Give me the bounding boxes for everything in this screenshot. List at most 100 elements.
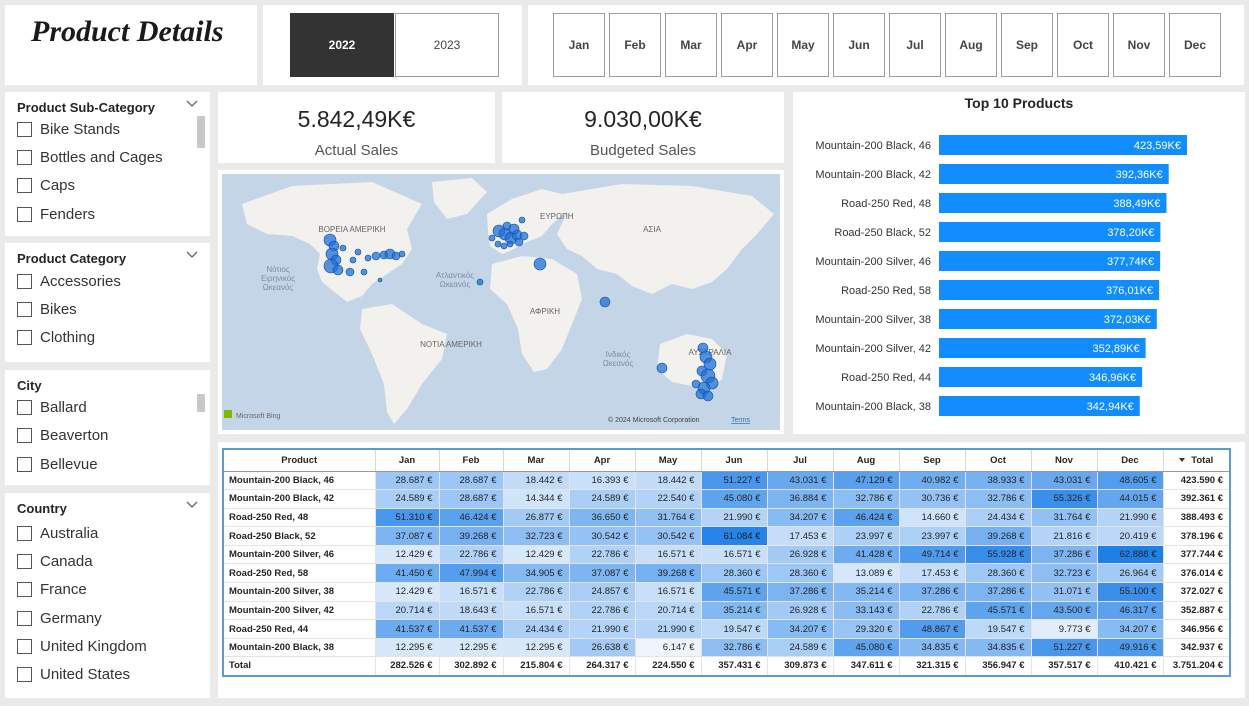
checkbox[interactable] bbox=[17, 638, 32, 654]
matrix-value-cell[interactable]: 12.295 € bbox=[439, 638, 504, 658]
checkbox[interactable] bbox=[17, 456, 32, 472]
matrix-value-cell[interactable]: 12.295 € bbox=[503, 638, 570, 658]
matrix-value-cell[interactable]: 38.933 € bbox=[965, 471, 1032, 491]
chevron-down-icon[interactable] bbox=[186, 250, 198, 260]
slicer-item-bike-stands[interactable]: Bike Stands bbox=[17, 118, 120, 140]
matrix-value-cell[interactable]: 32.723 € bbox=[503, 526, 570, 546]
matrix-value-cell[interactable]: 49.916 € bbox=[1097, 638, 1164, 658]
matrix-value-cell[interactable]: 16.571 € bbox=[503, 601, 570, 621]
map-bubble[interactable] bbox=[349, 256, 357, 264]
matrix-value-cell[interactable]: 26.928 € bbox=[767, 601, 834, 621]
matrix-header-aug[interactable]: Aug bbox=[833, 449, 900, 472]
matrix-value-cell[interactable]: 40.982 € bbox=[899, 471, 966, 491]
matrix-value-cell[interactable]: 32.786 € bbox=[701, 638, 768, 658]
matrix-value-cell[interactable]: 16.571 € bbox=[635, 582, 702, 602]
matrix-header-may[interactable]: May bbox=[635, 449, 702, 472]
slicer-item-united-states[interactable]: United States bbox=[17, 663, 130, 685]
checkbox[interactable] bbox=[17, 301, 32, 317]
matrix-value-cell[interactable]: 43.031 € bbox=[1031, 471, 1098, 491]
matrix-value-cell[interactable]: 46.424 € bbox=[833, 508, 900, 528]
matrix-value-cell[interactable]: 20.714 € bbox=[635, 601, 702, 621]
matrix-value-cell[interactable]: 20.419 € bbox=[1097, 526, 1164, 546]
matrix-value-cell[interactable]: 34.835 € bbox=[965, 638, 1032, 658]
slicer-item-united-kingdom[interactable]: United Kingdom bbox=[17, 635, 147, 657]
checkbox[interactable] bbox=[17, 121, 32, 137]
slicer-item-accessories[interactable]: Accessories bbox=[17, 270, 121, 292]
matrix-value-cell[interactable]: 48.605 € bbox=[1097, 471, 1164, 491]
table-row[interactable]: Road-250 Red, 58 41.450 €47.994 €34.905 €… bbox=[223, 563, 1231, 584]
matrix-value-cell[interactable]: 22.786 € bbox=[569, 545, 636, 565]
matrix-value-cell[interactable]: 18.442 € bbox=[635, 471, 702, 491]
matrix-value-cell[interactable]: 18.643 € bbox=[439, 601, 504, 621]
matrix-value-cell[interactable]: 21.990 € bbox=[569, 619, 636, 639]
matrix-value-cell[interactable]: 13.089 € bbox=[833, 563, 900, 584]
map-bubble[interactable] bbox=[339, 244, 347, 252]
matrix-header-dec[interactable]: Dec bbox=[1097, 449, 1164, 472]
map-bubble[interactable] bbox=[371, 251, 381, 261]
matrix-value-cell[interactable]: 24.589 € bbox=[375, 489, 440, 509]
matrix-value-cell[interactable]: 37.087 € bbox=[569, 563, 636, 584]
checkbox[interactable] bbox=[17, 553, 32, 569]
matrix-header-sep[interactable]: Sep bbox=[899, 449, 966, 472]
map-bubble[interactable] bbox=[533, 257, 547, 271]
month-button-jun[interactable]: Jun bbox=[833, 13, 885, 77]
matrix-value-cell[interactable]: 22.540 € bbox=[635, 489, 702, 509]
matrix-value-cell[interactable]: 24.434 € bbox=[965, 508, 1032, 528]
matrix-product-cell[interactable]: Road-250 Black, 52 bbox=[223, 526, 376, 546]
map-bubble[interactable] bbox=[354, 248, 362, 256]
matrix-header-oct[interactable]: Oct bbox=[965, 449, 1032, 472]
matrix-value-cell[interactable]: 34.207 € bbox=[767, 619, 834, 639]
checkbox[interactable] bbox=[17, 399, 32, 415]
table-row[interactable]: Mountain-200 Black, 46 28.687 €28.687 €18… bbox=[223, 471, 1231, 491]
matrix-value-cell[interactable]: 19.547 € bbox=[701, 619, 768, 639]
matrix-value-cell[interactable]: 35.214 € bbox=[701, 601, 768, 621]
map-bubble[interactable] bbox=[519, 231, 529, 241]
matrix-value-cell[interactable]: 37.286 € bbox=[965, 582, 1032, 602]
matrix-value-cell[interactable]: 30.542 € bbox=[635, 526, 702, 546]
matrix-value-cell[interactable]: 45.571 € bbox=[965, 601, 1032, 621]
matrix-product-cell[interactable]: Mountain-200 Black, 38 bbox=[223, 638, 376, 658]
matrix-value-cell[interactable]: 26.877 € bbox=[503, 508, 570, 528]
matrix-value-cell[interactable]: 28.687 € bbox=[439, 489, 504, 509]
matrix-value-cell[interactable]: 28.687 € bbox=[439, 471, 504, 491]
matrix-value-cell[interactable]: 21.990 € bbox=[701, 508, 768, 528]
month-button-sep[interactable]: Sep bbox=[1001, 13, 1053, 77]
matrix-value-cell[interactable]: 28.360 € bbox=[701, 563, 768, 584]
year-button-2023[interactable]: 2023 bbox=[395, 13, 499, 77]
matrix-header-jan[interactable]: Jan bbox=[375, 449, 440, 472]
matrix-value-cell[interactable]: 12.295 € bbox=[375, 638, 440, 658]
matrix-product-cell[interactable]: Mountain-200 Silver, 46 bbox=[223, 545, 376, 565]
matrix-value-cell[interactable]: 41.450 € bbox=[375, 563, 440, 584]
matrix-value-cell[interactable]: 9.773 € bbox=[1031, 619, 1098, 639]
matrix-value-cell[interactable]: 26.964 € bbox=[1097, 563, 1164, 584]
matrix-value-cell[interactable]: 55.100 € bbox=[1097, 582, 1164, 602]
matrix-value-cell[interactable]: 28.687 € bbox=[375, 471, 440, 491]
matrix-value-cell[interactable]: 30.736 € bbox=[899, 489, 966, 509]
map-bubble[interactable] bbox=[494, 240, 502, 248]
month-button-jan[interactable]: Jan bbox=[553, 13, 605, 77]
matrix-value-cell[interactable]: 21.990 € bbox=[635, 619, 702, 639]
matrix-value-cell[interactable]: 28.360 € bbox=[965, 563, 1032, 584]
matrix-value-cell[interactable]: 26.928 € bbox=[767, 545, 834, 565]
matrix-value-cell[interactable]: 32.786 € bbox=[833, 489, 900, 509]
matrix-value-cell[interactable]: 37.087 € bbox=[375, 526, 440, 546]
matrix-value-cell[interactable]: 49.714 € bbox=[899, 545, 966, 565]
matrix-header-product[interactable]: Product bbox=[223, 449, 376, 472]
matrix-value-cell[interactable]: 34.905 € bbox=[503, 563, 570, 584]
matrix-value-cell[interactable]: 16.393 € bbox=[569, 471, 636, 491]
matrix-header-mar[interactable]: Mar bbox=[503, 449, 570, 472]
slicer-item-canada[interactable]: Canada bbox=[17, 550, 93, 572]
map-bubble[interactable] bbox=[476, 278, 484, 286]
month-button-feb[interactable]: Feb bbox=[609, 13, 661, 77]
matrix-value-cell[interactable]: 61.084 € bbox=[701, 526, 768, 546]
matrix-value-cell[interactable]: 12.429 € bbox=[375, 545, 440, 565]
map-bubble[interactable] bbox=[377, 277, 383, 283]
month-button-mar[interactable]: Mar bbox=[665, 13, 717, 77]
slicer-item-ballard[interactable]: Ballard bbox=[17, 396, 87, 418]
matrix-value-cell[interactable]: 47.129 € bbox=[833, 471, 900, 491]
table-row[interactable]: Mountain-200 Black, 42 24.589 €28.687 €14… bbox=[223, 489, 1231, 509]
matrix-header-feb[interactable]: Feb bbox=[439, 449, 504, 472]
matrix-value-cell[interactable]: 37.286 € bbox=[1031, 545, 1098, 565]
matrix-value-cell[interactable]: 17.453 € bbox=[899, 563, 966, 584]
matrix-value-cell[interactable]: 34.207 € bbox=[1097, 619, 1164, 639]
